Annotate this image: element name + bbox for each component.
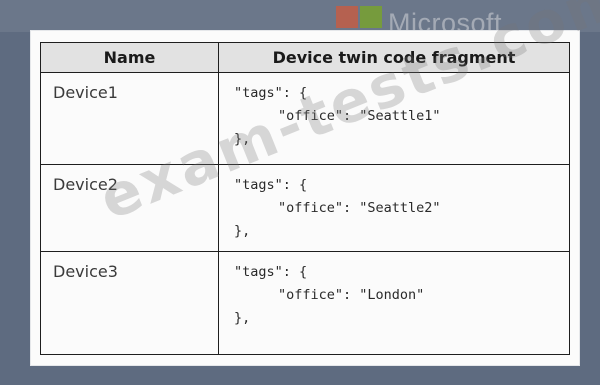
- code-fragment: "tags": { "office": "Seattle2" },: [234, 174, 441, 243]
- device-name: Device2: [53, 175, 118, 194]
- table-row: Device1 "tags": { "office": "Seattle1" }…: [41, 73, 569, 165]
- device-name: Device1: [53, 83, 118, 102]
- code-line: },: [234, 223, 251, 239]
- code-line: },: [234, 310, 251, 326]
- code-line: "tags": {: [234, 85, 308, 101]
- device-twin-table: Name Device twin code fragment Device1 "…: [40, 42, 570, 355]
- code-line: "office": "Seattle2": [278, 200, 441, 216]
- device-name: Device3: [53, 262, 118, 281]
- code-line: "office": "Seattle1": [278, 108, 441, 124]
- column-header-name: Name: [103, 48, 156, 67]
- code-fragment: "tags": { "office": "Seattle1" },: [234, 82, 441, 151]
- code-line: },: [234, 131, 251, 147]
- logo-green-square: [360, 6, 382, 28]
- column-header-code-fragment: Device twin code fragment: [272, 48, 516, 67]
- code-fragment: "tags": { "office": "London" },: [234, 261, 424, 330]
- table-row: Device3 "tags": { "office": "London" },: [41, 252, 569, 354]
- code-line: "tags": {: [234, 177, 308, 193]
- column-divider: [218, 43, 219, 354]
- top-strip: [0, 0, 600, 32]
- code-line: "office": "London": [278, 287, 425, 303]
- table-row: Device2 "tags": { "office": "Seattle2" }…: [41, 165, 569, 252]
- table-header-row: Name Device twin code fragment: [41, 43, 569, 73]
- code-line: "tags": {: [234, 264, 308, 280]
- logo-red-square: [336, 6, 358, 28]
